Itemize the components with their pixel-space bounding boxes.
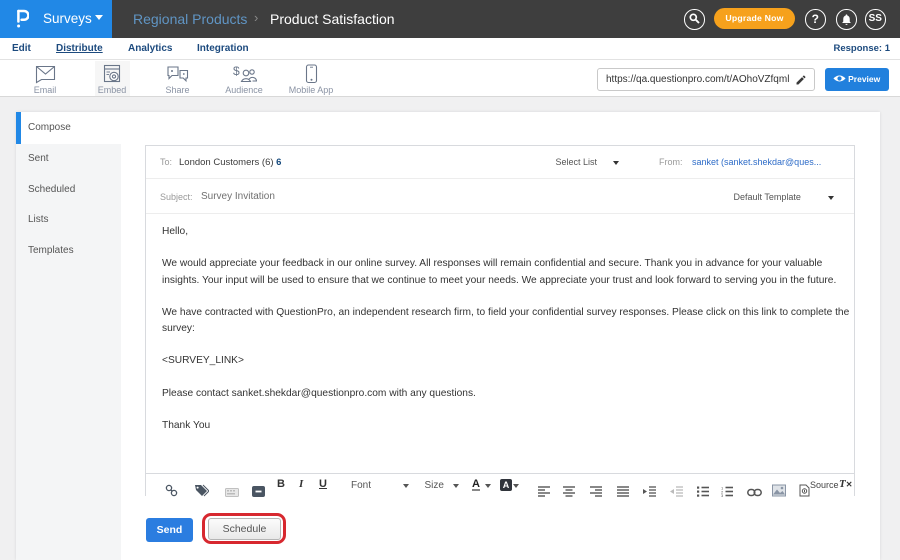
svg-text:$: $ xyxy=(233,64,240,78)
svg-text:3: 3 xyxy=(721,493,724,498)
